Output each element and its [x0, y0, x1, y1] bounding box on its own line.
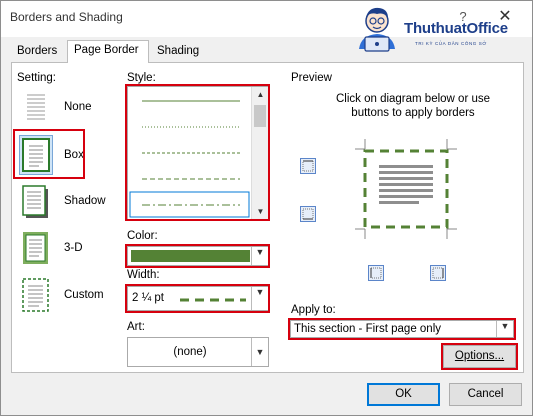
top-border-icon [302, 160, 314, 172]
tab-shading-label: Shading [157, 45, 200, 57]
preview-label: Preview [291, 72, 332, 84]
setting-custom-icon [22, 278, 49, 312]
cancel-button-label: Cancel [467, 388, 504, 400]
apply-to-label: Apply to: [291, 304, 336, 316]
left-border-icon [370, 267, 382, 279]
color-label: Color: [127, 230, 158, 242]
brand-tagline: TRI KỲ CỦA DÂN CÔNG SỞ [415, 41, 487, 46]
setting-shadow-icon [22, 185, 48, 218]
bottom-border-button[interactable] [300, 206, 316, 222]
setting-none-label: None [64, 101, 92, 113]
setting-custom-label: Custom [64, 289, 104, 301]
width-highlight [125, 284, 270, 313]
border-preview-diagram[interactable] [349, 139, 463, 247]
chevron-down-icon[interactable]: ▼ [251, 338, 268, 366]
ok-button[interactable]: OK [367, 383, 440, 406]
cancel-button[interactable]: Cancel [449, 383, 522, 406]
brand-logo-icon [359, 7, 395, 52]
help-button[interactable]: ? [456, 9, 470, 24]
setting-3d-label: 3-D [64, 242, 83, 254]
width-label: Width: [127, 269, 160, 281]
art-value: (none) [173, 346, 207, 358]
setting-3d-icon [23, 232, 48, 264]
setting-none-option[interactable] [19, 87, 53, 127]
options-highlight [441, 343, 518, 370]
setting-none-icon [27, 94, 45, 120]
dialog-title: Borders and Shading [10, 10, 123, 24]
apply-to-highlight [288, 318, 516, 340]
bottom-border-icon [302, 208, 314, 220]
setting-box-highlight [13, 129, 85, 179]
close-button[interactable]: ✕ [496, 6, 514, 26]
art-label: Art: [127, 321, 145, 333]
right-border-icon [432, 267, 444, 279]
tab-page-border-label: Page Border [74, 44, 139, 56]
style-highlight [125, 84, 270, 221]
style-label: Style: [127, 72, 156, 84]
setting-label: Setting: [17, 72, 56, 84]
setting-3d-option[interactable] [19, 228, 53, 268]
top-border-button[interactable] [300, 158, 316, 174]
tab-shading[interactable]: Shading [151, 42, 207, 62]
preview-instructions: Click on diagram below or use buttons to… [335, 93, 491, 119]
left-border-button[interactable] [368, 265, 384, 281]
art-dropdown[interactable]: (none) ▼ [127, 337, 269, 367]
tab-page-border[interactable]: Page Border [67, 40, 149, 63]
right-border-button[interactable] [430, 265, 446, 281]
setting-custom-option[interactable] [19, 275, 53, 315]
tab-borders[interactable]: Borders [11, 42, 65, 62]
color-highlight [125, 244, 270, 268]
setting-shadow-label: Shadow [64, 195, 106, 207]
tab-borders-label: Borders [17, 45, 58, 57]
setting-shadow-option[interactable] [19, 182, 53, 222]
borders-and-shading-dialog: Borders and Shading ThuthuatOffice TRI K… [0, 0, 533, 416]
ok-button-label: OK [395, 388, 412, 400]
